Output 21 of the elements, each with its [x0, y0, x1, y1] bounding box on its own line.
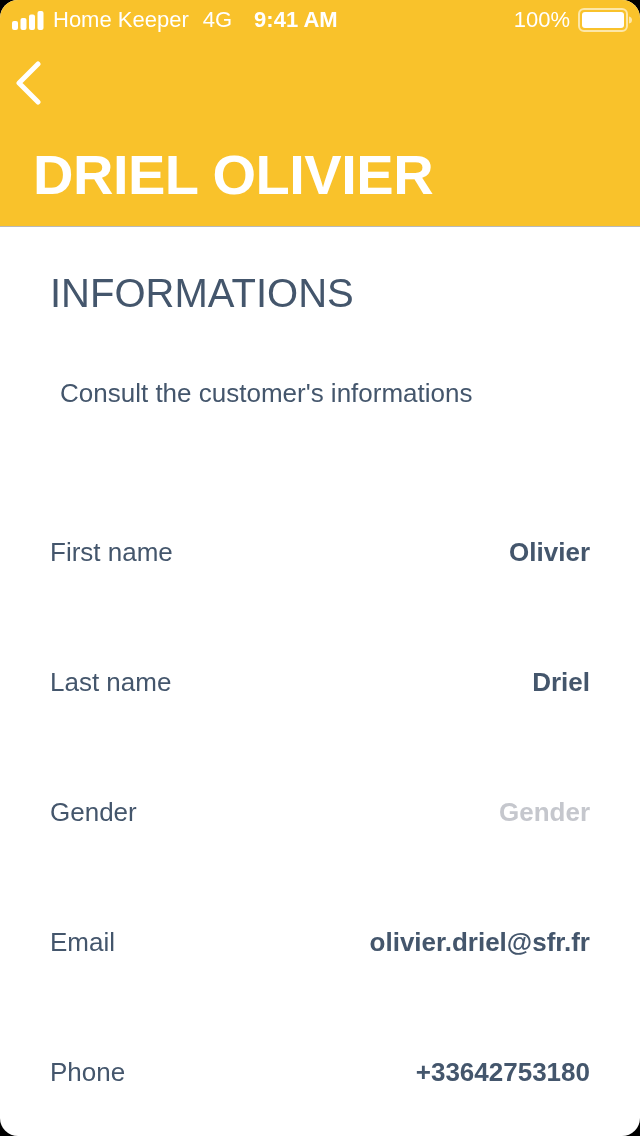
- status-time: 9:41 AM: [254, 7, 338, 33]
- section-heading: INFORMATIONS: [50, 270, 355, 317]
- back-button[interactable]: [14, 61, 44, 105]
- text-field[interactable]: Gender: [498, 796, 590, 828]
- field-label: Last name: [50, 666, 172, 698]
- battery-icon: [578, 8, 632, 32]
- text-field[interactable]: Driel: [532, 666, 590, 698]
- text-field[interactable]: +33642753180: [415, 1056, 590, 1088]
- network-type: 4G: [202, 7, 233, 33]
- signal-icon: [12, 10, 44, 30]
- battery-percentage: 100%: [513, 7, 570, 33]
- field-label: First name: [50, 536, 173, 568]
- field-label: Gender: [50, 796, 137, 828]
- customer-name-title: DRIEL OLIVIER: [32, 142, 435, 208]
- field-label: Email: [50, 926, 115, 958]
- chevron-left-icon: [14, 61, 44, 105]
- carrier-name: Home Keeper: [53, 7, 189, 33]
- field-label: Phone: [50, 1056, 126, 1088]
- section-description: Consult the customer's informations: [60, 377, 474, 409]
- text-field[interactable]: olivier.driel@sfr.fr: [369, 926, 590, 958]
- text-field[interactable]: Olivier: [509, 536, 590, 568]
